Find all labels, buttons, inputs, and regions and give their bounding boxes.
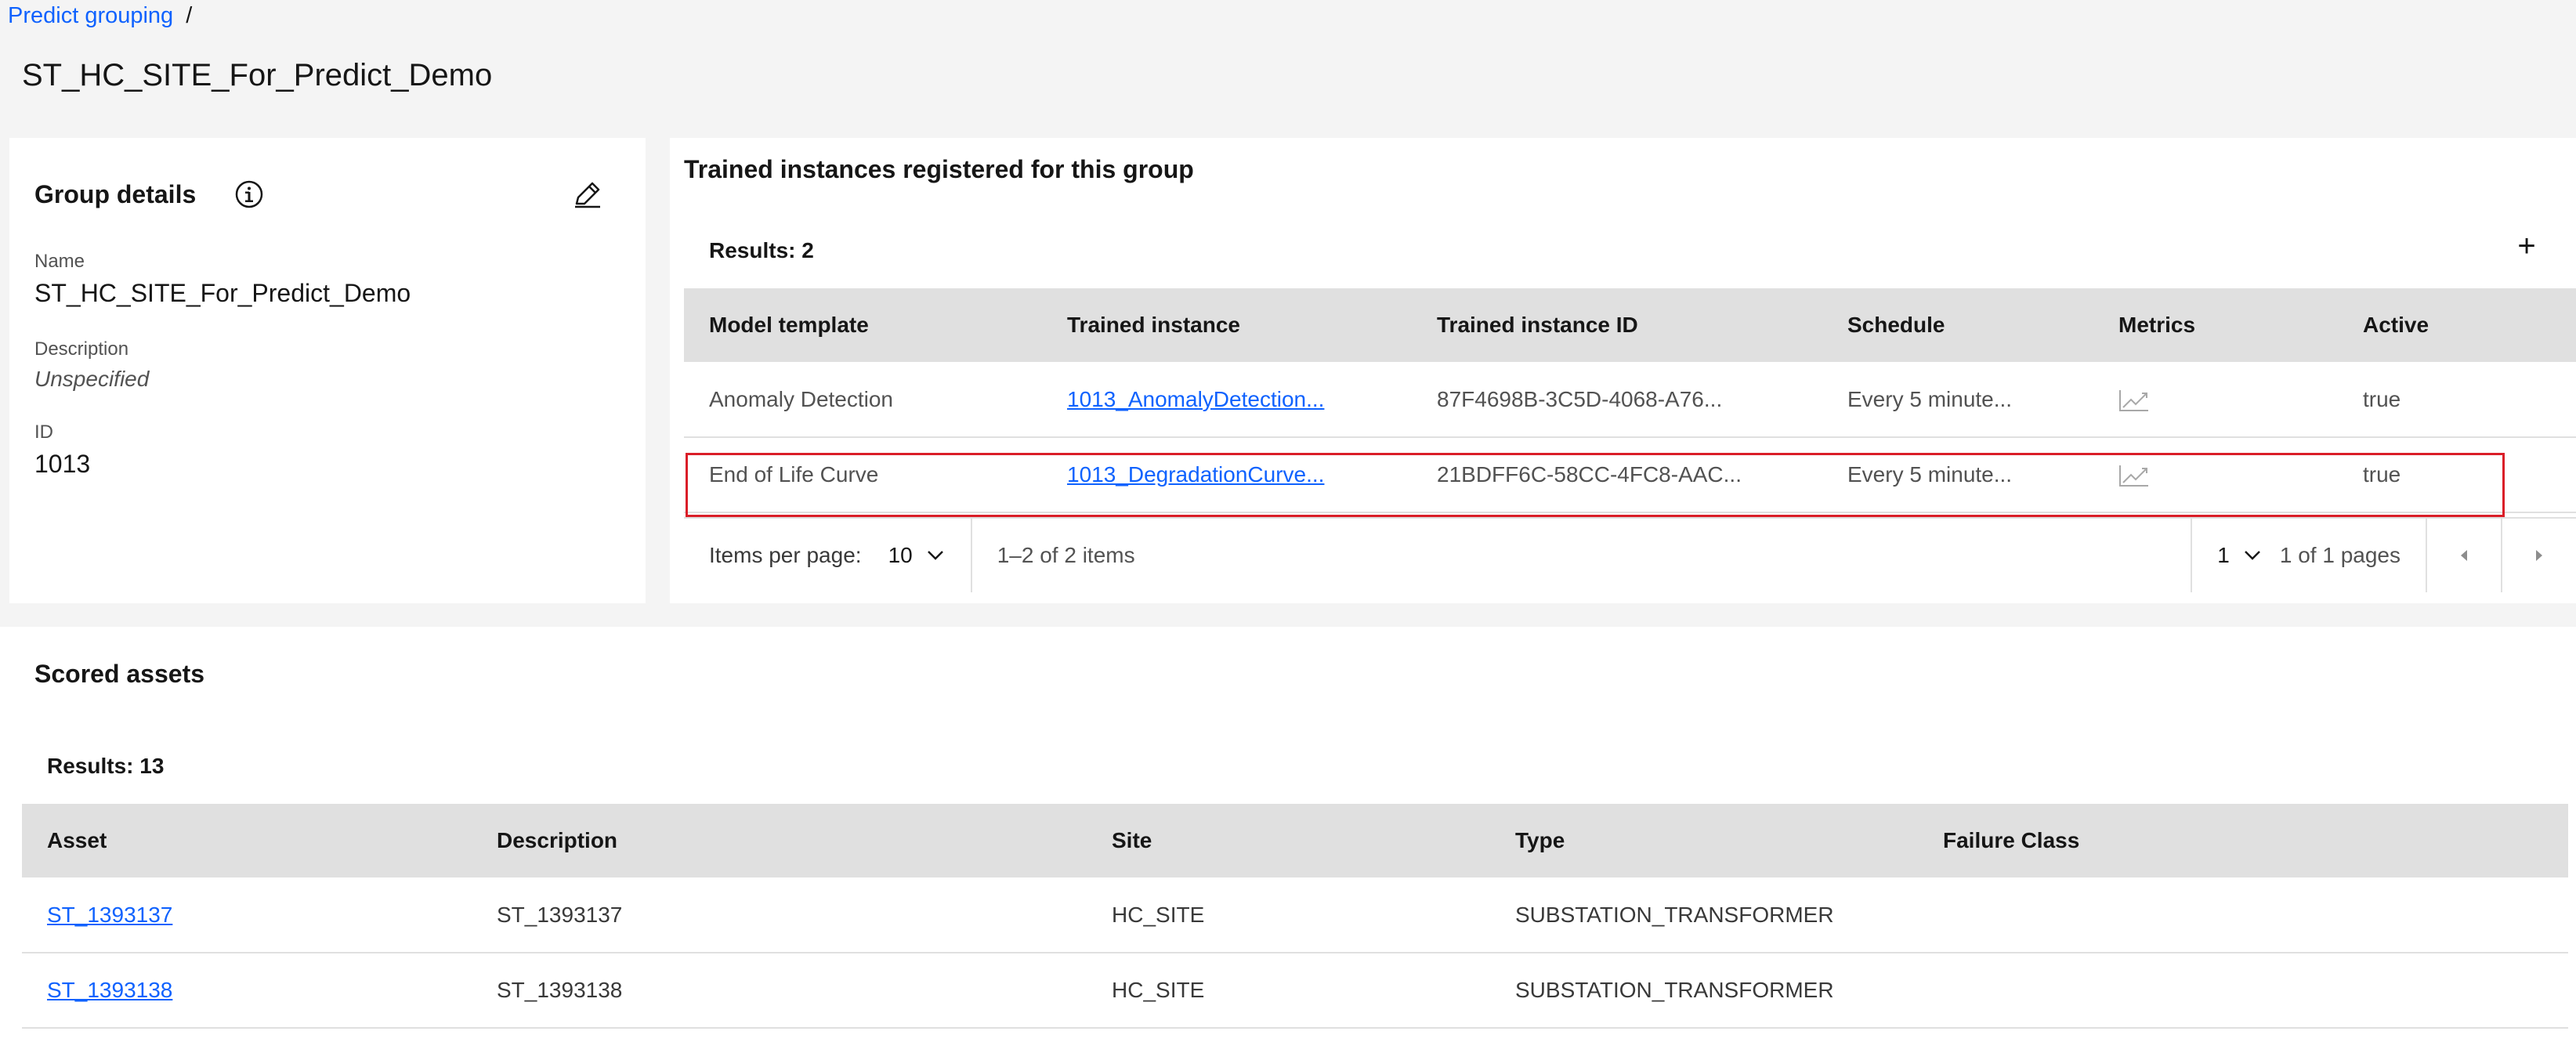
chevron-down-icon bbox=[927, 551, 943, 560]
name-label: Name bbox=[34, 251, 85, 272]
chevron-down-icon bbox=[2244, 551, 2260, 560]
type-cell: SUBSTATION_TRANSFORMER bbox=[1490, 877, 1918, 953]
description-value: Unspecified bbox=[34, 367, 150, 391]
trained-instance-cell: 1013_AnomalyDetection... bbox=[1042, 362, 1412, 438]
failure-class-cell bbox=[1918, 953, 2568, 1029]
type-cell: SUBSTATION_TRANSFORMER bbox=[1490, 953, 1918, 1029]
column-header-trained-instance-id[interactable]: Trained instance ID bbox=[1412, 288, 1822, 362]
breadcrumb-separator: / bbox=[186, 3, 193, 28]
instance-id-cell: 21BDFF6C-58CC-4FC8-AAC... bbox=[1412, 437, 1822, 513]
trained-instance-link[interactable]: 1013_AnomalyDetection... bbox=[1067, 387, 1324, 411]
name-value: ST_HC_SITE_For_Predict_Demo bbox=[34, 279, 411, 307]
asset-link[interactable]: ST_1393138 bbox=[47, 978, 172, 1002]
id-label: ID bbox=[34, 422, 53, 443]
page-title: ST_HC_SITE_For_Predict_Demo bbox=[22, 58, 493, 92]
items-per-page-label: Items per page: bbox=[709, 543, 862, 567]
description-cell: ST_1393138 bbox=[472, 953, 1087, 1029]
trained-instance-link[interactable]: 1013_DegradationCurve... bbox=[1067, 462, 1324, 487]
active-cell: true bbox=[2338, 362, 2576, 438]
metrics-cell bbox=[2093, 362, 2338, 438]
id-value: 1013 bbox=[34, 450, 91, 478]
caret-left-icon bbox=[2461, 550, 2467, 561]
trained-instance-cell: 1013_DegradationCurve... bbox=[1042, 437, 1412, 513]
pagination: Items per page: 10 1–2 of 2 items 1 1 of… bbox=[684, 517, 2576, 592]
column-header-active[interactable]: Active bbox=[2338, 288, 2576, 362]
info-icon[interactable] bbox=[232, 177, 266, 212]
table-row: ST_1393138 ST_1393138 HC_SITE SUBSTATION… bbox=[22, 953, 2568, 1029]
model-template-cell: End of Life Curve bbox=[684, 437, 1042, 513]
column-header-failure-class[interactable]: Failure Class bbox=[1918, 804, 2568, 877]
scored-assets-results-count: Results: 13 bbox=[47, 754, 165, 778]
column-header-site[interactable]: Site bbox=[1087, 804, 1490, 877]
schedule-cell: Every 5 minute... bbox=[1822, 362, 2093, 438]
column-header-metrics[interactable]: Metrics bbox=[2093, 288, 2338, 362]
page-select[interactable]: 1 bbox=[2191, 519, 2280, 592]
page-count: 1 of 1 pages bbox=[2279, 543, 2401, 567]
site-cell: HC_SITE bbox=[1087, 877, 1490, 953]
column-header-type[interactable]: Type bbox=[1490, 804, 1918, 877]
group-details-card: Group details Name ST_HC_SITE_For_Predic… bbox=[9, 138, 646, 603]
scored-assets-table: Asset Description Site Type Failure Clas… bbox=[22, 804, 2568, 1029]
table-header-row: Asset Description Site Type Failure Clas… bbox=[22, 804, 2568, 877]
table-row: Anomaly Detection 1013_AnomalyDetection.… bbox=[684, 362, 2576, 438]
trained-instances-heading: Trained instances registered for this gr… bbox=[684, 155, 1194, 183]
column-header-trained-instance[interactable]: Trained instance bbox=[1042, 288, 1412, 362]
chart-line-icon[interactable] bbox=[2118, 464, 2150, 487]
model-template-cell: Anomaly Detection bbox=[684, 362, 1042, 438]
items-per-page-select[interactable]: 10 bbox=[862, 519, 972, 592]
chart-line-icon[interactable] bbox=[2118, 389, 2150, 412]
items-range: 1–2 of 2 items bbox=[997, 543, 1135, 567]
edit-icon[interactable] bbox=[570, 177, 605, 212]
table-row: ST_1393137 ST_1393137 HC_SITE SUBSTATION… bbox=[22, 877, 2568, 953]
site-cell: HC_SITE bbox=[1087, 953, 1490, 1029]
instance-id-cell: 87F4698B-3C5D-4068-A76... bbox=[1412, 362, 1822, 438]
metrics-cell bbox=[2093, 437, 2338, 513]
breadcrumb-link-predict-grouping[interactable]: Predict grouping bbox=[8, 3, 173, 29]
breadcrumb: Predict grouping / bbox=[8, 3, 192, 29]
description-cell: ST_1393137 bbox=[472, 877, 1087, 953]
trained-instances-table: Model template Trained instance Trained … bbox=[684, 288, 2576, 513]
column-header-schedule[interactable]: Schedule bbox=[1822, 288, 2093, 362]
column-header-model-template[interactable]: Model template bbox=[684, 288, 1042, 362]
group-details-heading: Group details bbox=[34, 180, 197, 208]
trained-instances-card: Trained instances registered for this gr… bbox=[670, 138, 2576, 603]
next-page-button[interactable] bbox=[2501, 519, 2576, 592]
asset-cell: ST_1393138 bbox=[22, 953, 472, 1029]
asset-link[interactable]: ST_1393137 bbox=[47, 903, 172, 927]
schedule-cell: Every 5 minute... bbox=[1822, 437, 2093, 513]
table-header-row: Model template Trained instance Trained … bbox=[684, 288, 2576, 362]
column-header-asset[interactable]: Asset bbox=[22, 804, 472, 877]
add-instance-button[interactable]: + bbox=[2511, 230, 2542, 263]
caret-right-icon bbox=[2536, 550, 2542, 561]
failure-class-cell bbox=[1918, 877, 2568, 953]
trained-instances-results-count: Results: 2 bbox=[709, 238, 814, 262]
description-label: Description bbox=[34, 338, 129, 360]
previous-page-button[interactable] bbox=[2426, 519, 2501, 592]
active-cell: true bbox=[2338, 437, 2576, 513]
page-value: 1 bbox=[2217, 543, 2230, 567]
table-row: End of Life Curve 1013_DegradationCurve.… bbox=[684, 437, 2576, 513]
asset-cell: ST_1393137 bbox=[22, 877, 472, 953]
items-per-page-value: 10 bbox=[888, 543, 913, 567]
scored-assets-heading: Scored assets bbox=[34, 660, 205, 688]
scored-assets-card: Scored assets Results: 13 Asset Descript… bbox=[0, 627, 2576, 1042]
column-header-description[interactable]: Description bbox=[472, 804, 1087, 877]
